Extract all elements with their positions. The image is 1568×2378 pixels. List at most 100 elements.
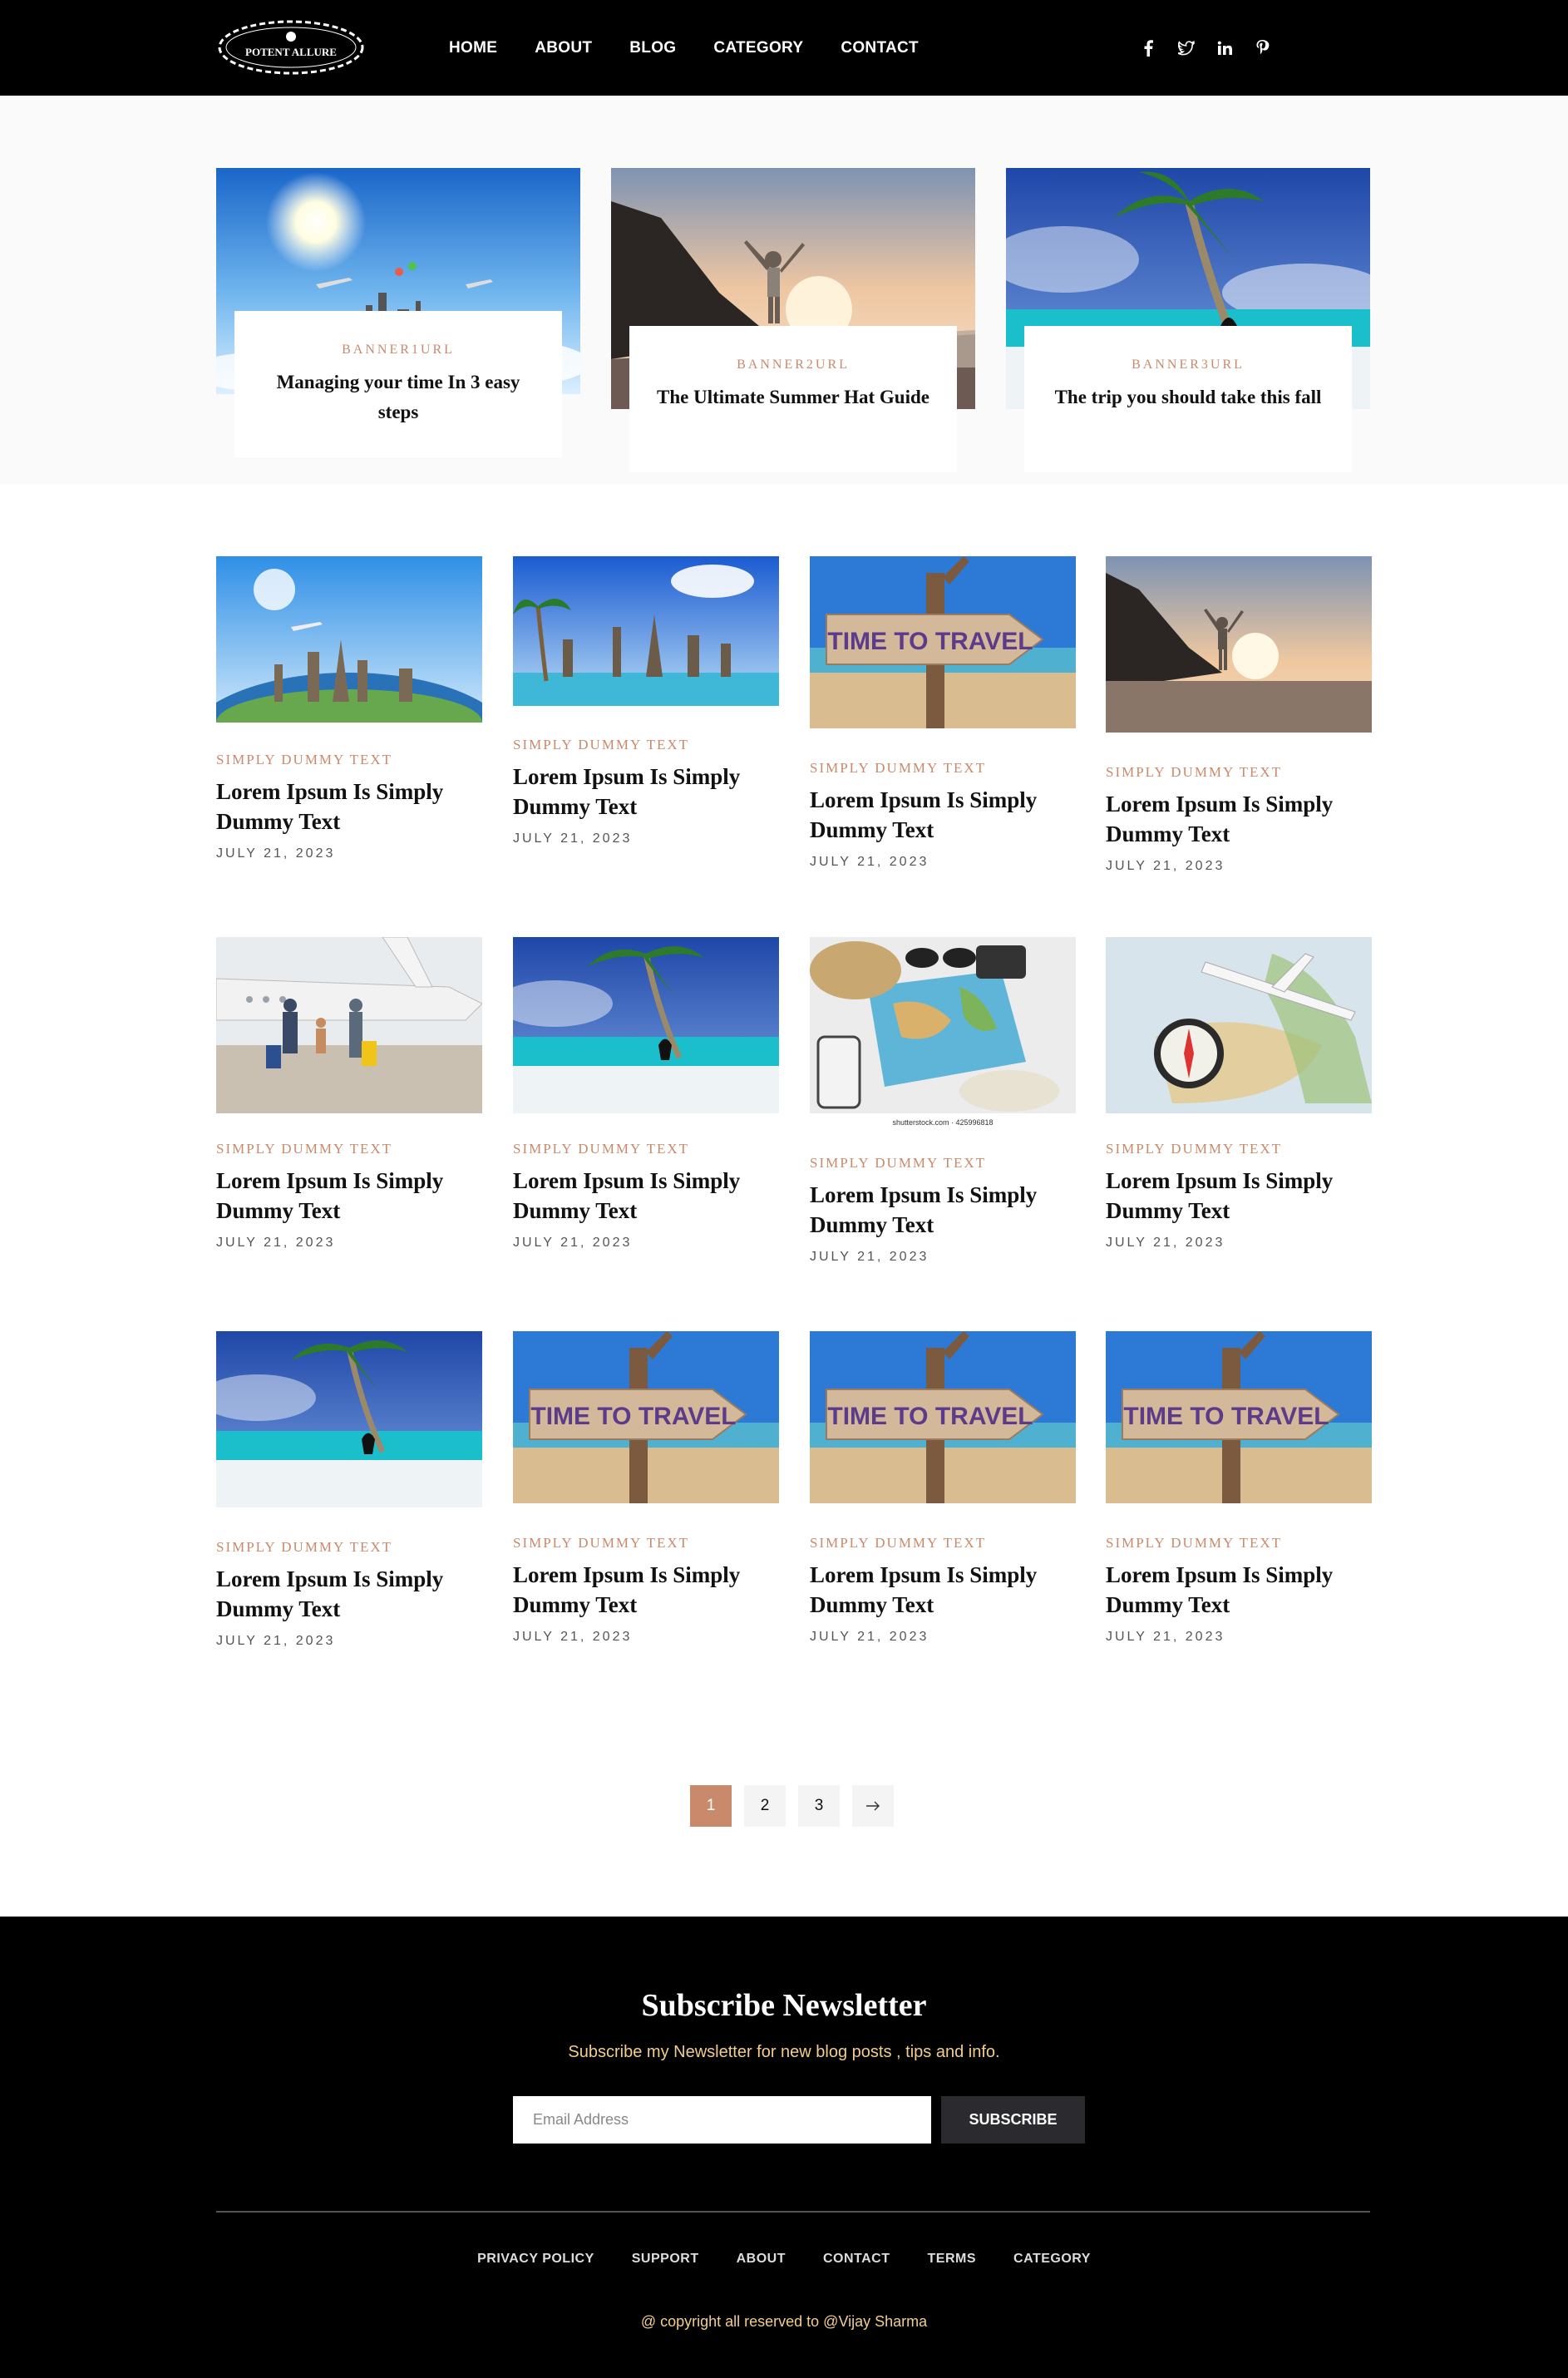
banner-1-card: BANNER1URL Managing your time In 3 easy …	[234, 311, 562, 457]
post-thumbnail[interactable]	[513, 937, 779, 1113]
nav-category[interactable]: CATEGORY	[713, 39, 803, 57]
banner-3-title[interactable]: The trip you should take this fall	[1049, 382, 1327, 412]
post-thumbnail[interactable]: TIME TO TRAVEL	[810, 556, 1076, 728]
footer-link-privacy-policy[interactable]: PRIVACY POLICY	[477, 2252, 594, 2267]
post-category[interactable]: SIMPLY DUMMY TEXT	[1106, 764, 1372, 781]
post-date: JULY 21, 2023	[1106, 1236, 1225, 1250]
site-footer: Subscribe Newsletter Subscribe my Newsle…	[0, 1917, 1568, 2378]
post-meta: SIMPLY DUMMY TEXT Lorem Ipsum Is Simply …	[216, 1141, 482, 1251]
post-title[interactable]: Lorem Ipsum Is Simply Dummy Text	[216, 1166, 482, 1226]
post-thumbnail[interactable]: TIME TO TRAVEL	[1106, 1331, 1372, 1503]
social-links	[1140, 0, 1271, 96]
post-thumbnail[interactable]	[216, 1331, 482, 1507]
post-date: JULY 21, 2023	[1106, 1630, 1225, 1644]
banner-1-tag[interactable]: BANNER1URL	[259, 343, 537, 358]
post-meta: SIMPLY DUMMY TEXT Lorem Ipsum Is Simply …	[810, 1155, 1076, 1265]
post-category[interactable]: SIMPLY DUMMY TEXT	[1106, 1535, 1372, 1552]
post-meta: SIMPLY DUMMY TEXT Lorem Ipsum Is Simply …	[216, 1539, 482, 1649]
linkedin-icon[interactable]	[1216, 38, 1233, 58]
sign-text: TIME TO TRAVEL	[827, 1403, 1033, 1430]
post-category[interactable]: SIMPLY DUMMY TEXT	[216, 1141, 482, 1157]
banner-3-card: BANNER3URL The trip you should take this…	[1024, 326, 1352, 472]
post-thumbnail[interactable]: shutterstock.com · 425996818	[810, 937, 1076, 1128]
post-category[interactable]: SIMPLY DUMMY TEXT	[810, 1155, 1076, 1172]
post-title[interactable]: Lorem Ipsum Is Simply Dummy Text	[1106, 1166, 1372, 1226]
post-date: JULY 21, 2023	[513, 831, 633, 846]
post-thumbnail[interactable]	[513, 556, 779, 706]
post-category[interactable]: SIMPLY DUMMY TEXT	[513, 1141, 779, 1157]
pinterest-icon[interactable]	[1255, 38, 1271, 58]
footer-link-category[interactable]: CATEGORY	[1013, 2252, 1091, 2267]
post-title[interactable]: Lorem Ipsum Is Simply Dummy Text	[513, 762, 779, 821]
post-date: JULY 21, 2023	[810, 1250, 929, 1264]
subscribe-button[interactable]: SUBSCRIBE	[941, 2096, 1085, 2144]
page-3-button[interactable]: 3	[798, 1785, 840, 1827]
nav-blog[interactable]: BLOG	[629, 39, 676, 57]
post-meta: SIMPLY DUMMY TEXT Lorem Ipsum Is Simply …	[513, 737, 779, 846]
footer-link-contact[interactable]: CONTACT	[823, 2252, 890, 2267]
newsletter-title: Subscribe Newsletter	[641, 1988, 927, 2023]
facebook-icon[interactable]	[1140, 38, 1156, 58]
copyright-text: @ copyright all reserved to @Vijay Sharm…	[640, 2313, 928, 2330]
post-category[interactable]: SIMPLY DUMMY TEXT	[513, 737, 779, 753]
arrow-right-icon	[866, 1801, 880, 1811]
footer-link-support[interactable]: SUPPORT	[632, 2252, 699, 2267]
next-page-button[interactable]	[852, 1785, 894, 1827]
banner-2-title[interactable]: The Ultimate Summer Hat Guide	[654, 382, 932, 412]
post-date: JULY 21, 2023	[810, 855, 929, 869]
post-date: JULY 21, 2023	[1106, 859, 1225, 873]
post-meta: SIMPLY DUMMY TEXT Lorem Ipsum Is Simply …	[1106, 1141, 1372, 1251]
nav-contact[interactable]: CONTACT	[841, 39, 919, 57]
post-thumbnail[interactable]: TIME TO TRAVEL	[810, 1331, 1076, 1503]
banner-2-tag[interactable]: BANNER2URL	[654, 358, 932, 372]
sign-text: TIME TO TRAVEL	[530, 1403, 736, 1430]
post-date: JULY 21, 2023	[216, 846, 336, 861]
post-title[interactable]: Lorem Ipsum Is Simply Dummy Text	[810, 785, 1076, 845]
banner-1-title[interactable]: Managing your time In 3 easy steps	[259, 368, 537, 427]
post-title[interactable]: Lorem Ipsum Is Simply Dummy Text	[513, 1560, 779, 1620]
post-thumbnail[interactable]	[216, 937, 482, 1113]
footer-divider	[216, 2211, 1370, 2213]
sign-text: TIME TO TRAVEL	[1123, 1403, 1329, 1430]
banner-3-tag[interactable]: BANNER3URL	[1049, 358, 1327, 372]
post-title[interactable]: Lorem Ipsum Is Simply Dummy Text	[216, 1564, 482, 1624]
page-2-button[interactable]: 2	[744, 1785, 786, 1827]
post-thumbnail[interactable]	[1106, 556, 1372, 733]
post-thumbnail[interactable]	[1106, 937, 1372, 1113]
post-date: JULY 21, 2023	[216, 1634, 336, 1648]
post-meta: SIMPLY DUMMY TEXT Lorem Ipsum Is Simply …	[1106, 764, 1372, 874]
post-category[interactable]: SIMPLY DUMMY TEXT	[513, 1535, 779, 1552]
footer-link-about[interactable]: ABOUT	[737, 2252, 786, 2267]
post-date: JULY 21, 2023	[513, 1236, 633, 1250]
post-category[interactable]: SIMPLY DUMMY TEXT	[810, 760, 1076, 777]
site-header: POTENT ALLURE HOME ABOUT BLOG CATEGORY C…	[0, 0, 1568, 96]
post-title[interactable]: Lorem Ipsum Is Simply Dummy Text	[810, 1180, 1076, 1240]
post-meta: SIMPLY DUMMY TEXT Lorem Ipsum Is Simply …	[810, 760, 1076, 870]
sign-text: TIME TO TRAVEL	[827, 628, 1033, 655]
nav-about[interactable]: ABOUT	[535, 39, 592, 57]
post-title[interactable]: Lorem Ipsum Is Simply Dummy Text	[810, 1560, 1076, 1620]
post-title[interactable]: Lorem Ipsum Is Simply Dummy Text	[1106, 789, 1372, 849]
twitter-icon[interactable]	[1178, 38, 1195, 58]
main-nav: HOME ABOUT BLOG CATEGORY CONTACT	[449, 0, 956, 96]
post-meta: SIMPLY DUMMY TEXT Lorem Ipsum Is Simply …	[1106, 1535, 1372, 1645]
page-1-button[interactable]: 1	[690, 1785, 732, 1827]
post-category[interactable]: SIMPLY DUMMY TEXT	[216, 752, 482, 768]
post-date: JULY 21, 2023	[513, 1630, 633, 1644]
site-logo[interactable]: POTENT ALLURE	[216, 18, 366, 76]
post-title[interactable]: Lorem Ipsum Is Simply Dummy Text	[1106, 1560, 1372, 1620]
footer-link-terms[interactable]: TERMS	[928, 2252, 977, 2267]
pagination: 1 2 3	[690, 1785, 894, 1827]
post-category[interactable]: SIMPLY DUMMY TEXT	[1106, 1141, 1372, 1157]
post-date: JULY 21, 2023	[216, 1236, 336, 1250]
footer-links: PRIVACY POLICY SUPPORT ABOUT CONTACT TER…	[0, 2252, 1568, 2267]
post-category[interactable]: SIMPLY DUMMY TEXT	[810, 1535, 1076, 1552]
post-thumbnail[interactable]	[216, 556, 482, 723]
post-title[interactable]: Lorem Ipsum Is Simply Dummy Text	[513, 1166, 779, 1226]
post-category[interactable]: SIMPLY DUMMY TEXT	[216, 1539, 482, 1556]
nav-home[interactable]: HOME	[449, 39, 497, 57]
image-caption: shutterstock.com · 425996818	[892, 1118, 993, 1127]
post-title[interactable]: Lorem Ipsum Is Simply Dummy Text	[216, 777, 482, 836]
email-field[interactable]	[513, 2096, 931, 2144]
post-thumbnail[interactable]: TIME TO TRAVEL	[513, 1331, 779, 1503]
